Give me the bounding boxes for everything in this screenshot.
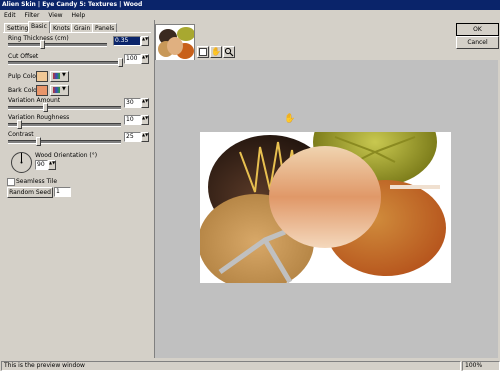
contrast-input[interactable]: 25 bbox=[124, 132, 141, 142]
ring-thickness-input[interactable]: 0.35 bbox=[113, 36, 141, 46]
variation-amount-input[interactable]: 30 bbox=[124, 98, 141, 108]
variation-roughness-slider[interactable] bbox=[8, 123, 121, 127]
window-title: Alien Skin | Eye Candy 5: Textures | Woo… bbox=[2, 1, 143, 8]
ok-button[interactable]: OK bbox=[456, 23, 499, 36]
magnifier-icon bbox=[224, 47, 234, 57]
ring-thickness-slider[interactable] bbox=[8, 43, 107, 47]
chevron-down-icon: ▼ bbox=[62, 72, 66, 78]
cut-offset-slider-thumb[interactable] bbox=[118, 58, 123, 67]
thumbnail-image bbox=[158, 27, 195, 59]
menu-help[interactable]: Help bbox=[72, 12, 86, 19]
status-bar: This is the preview window 100% bbox=[0, 360, 500, 371]
variation-amount-spinner[interactable]: ▲▼ bbox=[141, 98, 149, 108]
pulp-color-picker-button[interactable]: ▼ bbox=[50, 71, 69, 82]
contrast-spinner[interactable]: ▲▼ bbox=[141, 132, 149, 142]
contrast-slider[interactable] bbox=[8, 140, 121, 144]
bark-color-swatch[interactable] bbox=[36, 85, 48, 96]
chevron-down-icon: ▼ bbox=[62, 86, 66, 92]
contrast-label: Contrast bbox=[8, 131, 34, 138]
preview-toggle-button[interactable] bbox=[197, 46, 209, 58]
seamless-tile-checkbox[interactable] bbox=[7, 178, 15, 186]
palette-icon bbox=[53, 73, 60, 79]
status-text: This is the preview window bbox=[1, 361, 461, 371]
wood-orientation-dial[interactable] bbox=[10, 151, 33, 174]
seamless-tile-label: Seamless Tile bbox=[16, 178, 58, 185]
bark-color-picker-button[interactable]: ▼ bbox=[50, 85, 69, 96]
ring-thickness-label: Ring Thickness (cm) bbox=[8, 35, 69, 42]
cut-offset-label: Cut Offset bbox=[8, 53, 39, 60]
cancel-button[interactable]: Cancel bbox=[456, 36, 499, 49]
ring-thickness-slider-thumb[interactable] bbox=[40, 40, 45, 49]
variation-roughness-input[interactable]: 10 bbox=[124, 115, 141, 125]
preview-thumbnail[interactable] bbox=[155, 24, 195, 62]
menu-bar: Edit Filter View Help bbox=[0, 11, 500, 20]
wood-orientation-label: Wood Orientation (°) bbox=[35, 152, 98, 159]
pulp-color-label: Pulp Color bbox=[8, 73, 39, 80]
wood-orientation-input[interactable]: 90 bbox=[35, 160, 48, 170]
wood-texture-render bbox=[200, 132, 446, 283]
variation-amount-slider[interactable] bbox=[8, 106, 121, 110]
cut-offset-input[interactable]: 100 bbox=[124, 54, 141, 64]
contrast-slider-thumb[interactable] bbox=[36, 137, 41, 146]
palette-icon bbox=[53, 87, 60, 93]
preview-image[interactable] bbox=[200, 132, 451, 283]
zoom-tool-button[interactable] bbox=[223, 46, 235, 58]
pulp-color-swatch[interactable] bbox=[36, 71, 48, 82]
menu-edit[interactable]: Edit bbox=[4, 12, 16, 19]
hand-icon: ✋ bbox=[211, 47, 221, 56]
bark-color-label: Bark Color bbox=[8, 87, 40, 94]
ring-thickness-spinner[interactable]: ▲▼ bbox=[141, 36, 149, 46]
preview-window-icon bbox=[199, 48, 207, 56]
random-seed-input[interactable]: 1 bbox=[54, 187, 71, 197]
tab-basic[interactable]: Basic bbox=[28, 21, 50, 33]
menu-filter[interactable]: Filter bbox=[25, 12, 40, 19]
variation-amount-label: Variation Amount bbox=[8, 97, 61, 104]
title-bar: Alien Skin | Eye Candy 5: Textures | Woo… bbox=[0, 0, 500, 10]
hand-cursor-icon: ✋ bbox=[284, 114, 296, 124]
wood-orientation-spinner[interactable]: ▲▼ bbox=[48, 160, 56, 170]
menu-view[interactable]: View bbox=[48, 12, 62, 19]
random-seed-button[interactable]: Random Seed bbox=[7, 187, 53, 198]
cut-offset-slider[interactable] bbox=[8, 61, 121, 65]
pan-tool-button[interactable]: ✋ bbox=[210, 46, 222, 58]
variation-roughness-slider-thumb[interactable] bbox=[17, 120, 22, 129]
variation-roughness-spinner[interactable]: ▲▼ bbox=[141, 115, 149, 125]
variation-amount-slider-thumb[interactable] bbox=[43, 103, 48, 112]
cut-offset-spinner[interactable]: ▲▼ bbox=[141, 54, 149, 64]
zoom-level: 100% bbox=[462, 361, 500, 371]
